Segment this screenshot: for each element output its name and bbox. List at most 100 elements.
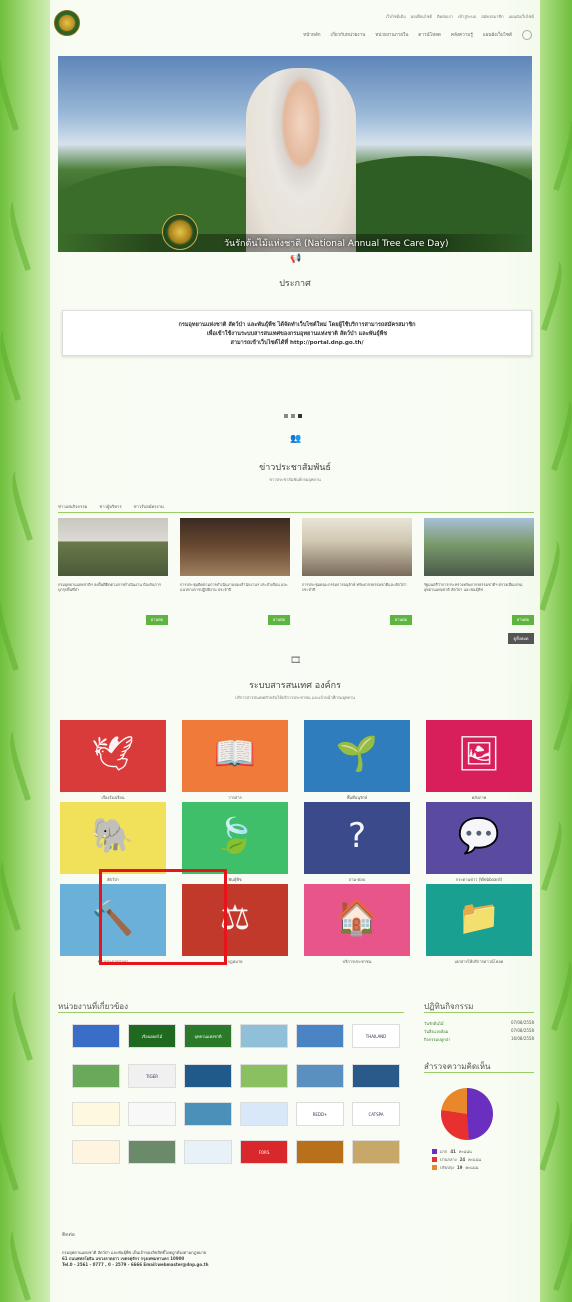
system-tile-7[interactable]: ?	[304, 802, 410, 874]
page-container: เว็บไซต์เดิม ผลเพื่อนไซต์ ติดต่อเรา เข้า…	[50, 0, 540, 1302]
hero-banner[interactable]: วันรักต้นไม้แห่งชาติ (National Annual Tr…	[58, 56, 532, 252]
top-link-login[interactable]: เข้าสู่ระบบ	[458, 13, 476, 20]
nav-knowledge[interactable]: คลังความรู้	[451, 32, 473, 39]
nav-download[interactable]: ดาวน์โหลด	[418, 32, 441, 39]
top-link-sitemap[interactable]: แผนผังเว็บไซต์	[509, 13, 534, 20]
nav-home[interactable]: หน้าหลัก	[303, 32, 320, 39]
system-tile-8[interactable]: 💬	[426, 802, 532, 874]
top-link-friends[interactable]: ผลเพื่อนไซต์	[411, 13, 432, 20]
system-tile-label[interactable]: วารสาร	[182, 794, 288, 801]
read-more-button[interactable]: อ่านต่อ	[512, 615, 534, 625]
leaves-icon: 🍃	[213, 816, 257, 856]
news-image[interactable]	[424, 518, 534, 576]
system-tile-label[interactable]: คลังภาพ	[426, 794, 532, 801]
megaphone-icon: 📢	[290, 254, 302, 264]
system-tile-label[interactable]: บริการประชาชน	[304, 958, 410, 965]
legend-swatch	[432, 1157, 437, 1162]
news-image[interactable]	[180, 518, 290, 576]
news-item[interactable]: กรมอุทยานแห่งชาติฯ ลงพื้นที่ติดตามการดำเ…	[58, 518, 168, 604]
related-logo-redd[interactable]: REDD+	[296, 1102, 344, 1126]
system-tile-label[interactable]: ถาม-ตอบ	[304, 876, 410, 883]
related-logo-landscape[interactable]	[296, 1064, 344, 1088]
related-logo-dnp-green[interactable]: เรือนยอดไม้	[128, 1024, 176, 1048]
read-more-button[interactable]: อ่านต่อ	[390, 615, 412, 625]
related-logo-botanic[interactable]	[352, 1064, 400, 1088]
system-tile-12[interactable]: 📁	[426, 884, 532, 956]
dove-icon: 🕊	[91, 734, 135, 774]
system-tile-label[interactable]: เรื่องร้องเรียน	[60, 794, 166, 801]
related-logo-dnp-seal[interactable]	[184, 1064, 232, 1088]
system-tile-label[interactable]: เอกสารให้บริการดาวน์โหลด	[426, 958, 532, 965]
calendar-event[interactable]: วันสิ่งแวดล้อม 07/08/2558	[424, 1028, 534, 1035]
related-logo-wildlife[interactable]	[72, 1064, 120, 1088]
tab-highlight-news[interactable]: ข่าวเด่นกิจกรรม	[58, 503, 87, 510]
read-more-button[interactable]: อ่านต่อ	[268, 615, 290, 625]
system-tile-11[interactable]: 🏠	[304, 884, 410, 956]
news-text[interactable]: การประชุมคณะกรรมการอนุรักษ์ ทรัพยากรธรรม…	[302, 582, 412, 604]
nav-about[interactable]: เกี่ยวกับหน่วยงาน	[331, 32, 366, 39]
related-logo-dnp-green2[interactable]: อุทยานแห่งชาติ	[184, 1024, 232, 1048]
door-hanger-icon: 🏠	[335, 898, 379, 938]
slider-dot[interactable]	[291, 414, 295, 418]
dnp-logo[interactable]	[54, 10, 80, 36]
nav-units[interactable]: หน่วยงานภายใน	[375, 32, 408, 39]
related-logo-fire-forest[interactable]	[296, 1140, 344, 1164]
news-image[interactable]	[302, 518, 412, 576]
top-link-contact[interactable]: ติดต่อเรา	[437, 13, 453, 20]
slider-dot[interactable]	[284, 414, 288, 418]
related-logo-kasikorn[interactable]	[72, 1024, 120, 1048]
related-logo-fors[interactable]: FORS	[240, 1140, 288, 1164]
read-more-button[interactable]: อ่านต่อ	[146, 615, 168, 625]
system-tile-label[interactable]: พื้นที่อนุรักษ์	[304, 794, 410, 801]
tab-job-news[interactable]: ข่าวรับสมัครงาน	[134, 503, 164, 510]
related-logo-blue-white[interactable]	[184, 1140, 232, 1164]
calendar-event[interactable]: วันรักต้นไม้ 07/08/2558	[424, 1020, 534, 1027]
view-all-button[interactable]: ดูทั้งหมด	[508, 633, 534, 644]
news-item[interactable]: การประชุมคณะกรรมการอนุรักษ์ ทรัพยากรธรรม…	[302, 518, 412, 604]
tab-executive-news[interactable]: ข่าวผู้บริหาร	[99, 503, 121, 510]
announcement-line: เพื่อเข้าใช้งานระบบสารสนเทศของกรมอุทยานแ…	[206, 331, 388, 337]
footer: ติดต่อ กรมอุทยานแห่งชาติ สัตว์ป่า และพัน…	[62, 1232, 208, 1268]
footer-title: ติดต่อ	[62, 1232, 75, 1238]
system-tile-label[interactable]: กระดานข่าว (Webboard)	[426, 876, 532, 883]
nav-sitemap[interactable]: แผนผังเว็บไซต์	[483, 32, 512, 39]
related-logo-lake[interactable]	[184, 1102, 232, 1126]
news-item[interactable]: การประชุมติดตามการดำเนินงานของสำนักงานฯ …	[180, 518, 290, 604]
top-link-register[interactable]: สมัครสมาชิก	[481, 13, 503, 20]
system-tile-6[interactable]: 🍃	[182, 802, 288, 874]
news-text[interactable]: รัฐมนตรีว่าการกระทรวงทรัพยากรธรรมชาติฯ ต…	[424, 582, 534, 604]
related-logo-catspa[interactable]: CATSPA	[352, 1102, 400, 1126]
system-tile-5[interactable]: 🐘	[60, 802, 166, 874]
footer-line[interactable]: Tel.0 - 2561 - 0777 , 0 - 2579 - 6666 Em…	[62, 1262, 208, 1268]
related-logo-forest-fire[interactable]	[240, 1064, 288, 1088]
related-logo-dnp-white[interactable]	[128, 1102, 176, 1126]
elephant-icon: 🐘	[91, 816, 135, 856]
related-logo-nationalpark-yellow[interactable]	[72, 1102, 120, 1126]
people-icon: 👥	[290, 434, 302, 444]
calendar-event[interactable]: กิจกรรมปลูกป่า 16/08/2558	[424, 1036, 534, 1043]
news-text[interactable]: กรมอุทยานแห่งชาติฯ ลงพื้นที่ติดตามการดำเ…	[58, 582, 168, 604]
news-item[interactable]: รัฐมนตรีว่าการกระทรวงทรัพยากรธรรมชาติฯ ต…	[424, 518, 534, 604]
main-nav: หน้าหลัก เกี่ยวกับหน่วยงาน หน่วยงานภายใน…	[303, 30, 532, 40]
news-image[interactable]	[58, 518, 168, 576]
announcement-box: กรมอุทยานแห่งชาติ สัตว์ป่า และพันธุ์พืช …	[62, 310, 532, 356]
film-icon: 🎞	[290, 656, 302, 666]
related-logo-forest-project[interactable]	[240, 1024, 288, 1048]
related-logo-dnp-blue[interactable]	[240, 1102, 288, 1126]
news-text[interactable]: การประชุมติดตามการดำเนินงานของสำนักงานฯ …	[180, 582, 290, 604]
related-logo-tiger[interactable]: TIGER	[128, 1064, 176, 1088]
top-link-old-site[interactable]: เว็บไซต์เดิม	[386, 13, 406, 20]
search-icon[interactable]	[522, 30, 532, 40]
related-logo-amazing-thailand[interactable]: THAILAND	[352, 1024, 400, 1048]
related-logo-blue-banner[interactable]	[296, 1024, 344, 1048]
slider-dot-active[interactable]	[298, 414, 302, 418]
related-logo-photo-forest[interactable]	[128, 1140, 176, 1164]
announcement-line[interactable]: สามารถเข้าเว็บไซต์ได้ที่ http://portal.d…	[63, 339, 531, 348]
related-logo-deer[interactable]	[352, 1140, 400, 1164]
system-tile-3[interactable]: 🌱	[304, 720, 410, 792]
system-tile-1[interactable]: 🕊	[60, 720, 166, 792]
webboard-icon: 💬	[457, 816, 501, 856]
system-tile-2[interactable]: 📖	[182, 720, 288, 792]
related-logo-forest-knowledge[interactable]	[72, 1140, 120, 1164]
system-tile-4[interactable]: 🖼	[426, 720, 532, 792]
